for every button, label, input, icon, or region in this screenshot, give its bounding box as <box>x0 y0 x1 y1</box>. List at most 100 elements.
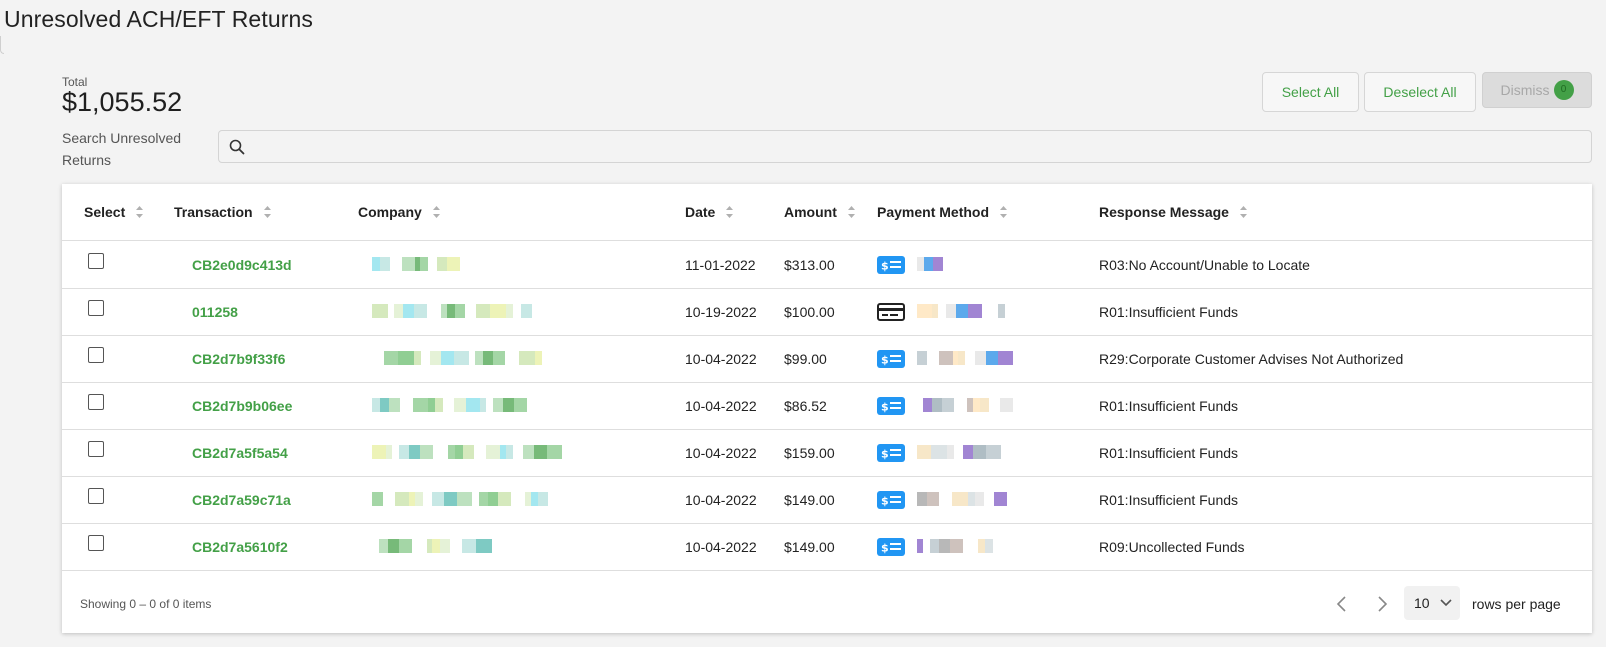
transaction-link[interactable]: CB2d7a59c71a <box>192 476 291 524</box>
row-select-checkbox[interactable] <box>88 535 104 551</box>
page-title: Unresolved ACH/EFT Returns <box>4 6 313 32</box>
transaction-link[interactable]: CB2d7a5610f2 <box>192 523 288 571</box>
transaction-link[interactable]: CB2d7a5f5a54 <box>192 429 288 477</box>
column-header-select[interactable]: Select <box>84 204 144 220</box>
table-row: CB2e0d9c413d 11-01-2022 $313.00 $ R03:No Acc… <box>62 241 1592 289</box>
payment-method-cell: $ <box>877 429 905 477</box>
redacted-text <box>372 539 493 553</box>
table-row: 011258 10-19-2022 $100.00 R01:Insufficient … <box>62 288 1592 336</box>
redacted-text <box>917 351 1013 365</box>
table-row: CB2d7a59c71a 10-04-2022 $149.00 $ R01:Insuff… <box>62 476 1592 524</box>
svg-text:$: $ <box>881 542 889 555</box>
response-message-cell: R09:Uncollected Funds <box>1099 539 1245 555</box>
transaction-link[interactable]: 011258 <box>192 288 238 336</box>
ach-icon: $ <box>877 397 905 415</box>
ach-icon: $ <box>877 491 905 509</box>
amount-cell: $313.00 <box>784 257 835 273</box>
column-header-response-message[interactable]: Response Message <box>1099 204 1248 220</box>
response-message-cell: R29:Corporate Customer Advises Not Autho… <box>1099 351 1404 367</box>
svg-text:$: $ <box>881 354 889 367</box>
deselect-all-button[interactable]: Deselect All <box>1364 72 1476 112</box>
row-select-checkbox[interactable] <box>88 300 104 316</box>
search-icon <box>229 139 245 155</box>
row-select-checkbox[interactable] <box>88 253 104 269</box>
payment-method-cell: $ <box>877 476 905 524</box>
svg-text:$: $ <box>881 495 889 508</box>
row-select-checkbox[interactable] <box>88 347 104 363</box>
date-cell: 10-04-2022 <box>685 398 757 414</box>
transaction-link[interactable]: CB2d7b9b06ee <box>192 382 292 430</box>
chevron-left-icon[interactable] <box>1334 595 1350 613</box>
amount-cell: $100.00 <box>784 304 835 320</box>
column-header-transaction[interactable]: Transaction <box>174 204 272 220</box>
search-box[interactable] <box>218 130 1592 163</box>
redacted-text <box>917 304 1005 318</box>
sort-icon <box>263 206 271 218</box>
ach-icon: $ <box>877 256 905 274</box>
amount-cell: $99.00 <box>784 351 827 367</box>
grid-footer: Showing 0 – 0 of 0 items 10 rows per pag… <box>62 577 1592 633</box>
row-select-checkbox[interactable] <box>88 441 104 457</box>
sort-icon <box>1000 206 1008 218</box>
column-header-date[interactable]: Date <box>685 204 734 220</box>
redacted-text <box>372 257 461 271</box>
transaction-link[interactable]: CB2d7b9f33f6 <box>192 335 285 383</box>
ach-icon: $ <box>877 538 905 556</box>
svg-text:$: $ <box>881 260 889 273</box>
total-value: $1,055.52 <box>62 87 183 117</box>
amount-cell: $149.00 <box>784 492 835 508</box>
redacted-text <box>372 304 533 318</box>
table-row: CB2d7a5610f2 10-04-2022 $149.00 $ R09:Uncoll… <box>62 523 1592 571</box>
column-header-payment-method[interactable]: Payment Method <box>877 204 1008 220</box>
payment-method-cell: $ <box>877 335 905 383</box>
ach-icon: $ <box>877 350 905 368</box>
date-cell: 10-04-2022 <box>685 351 757 367</box>
amount-cell: $149.00 <box>784 539 835 555</box>
sort-icon <box>847 206 855 218</box>
search-input[interactable] <box>255 131 1585 162</box>
redacted-text <box>917 492 1007 506</box>
select-all-button[interactable]: Select All <box>1262 72 1359 112</box>
column-header-amount[interactable]: Amount <box>784 204 856 220</box>
column-header-company[interactable]: Company <box>358 204 441 220</box>
row-select-checkbox[interactable] <box>88 488 104 504</box>
payment-method-cell: $ <box>877 523 905 571</box>
transaction-link[interactable]: CB2e0d9c413d <box>192 241 292 289</box>
table-row: CB2d7a5f5a54 10-04-2022 $159.00 $ R01:Insuff… <box>62 429 1592 477</box>
svg-text:$: $ <box>881 448 889 461</box>
sort-icon <box>136 206 144 218</box>
row-select-checkbox[interactable] <box>88 394 104 410</box>
sort-icon <box>1239 206 1247 218</box>
dismiss-button[interactable]: Dismiss 0 <box>1482 72 1592 108</box>
payment-method-cell: $ <box>877 241 905 289</box>
pagination-info: Showing 0 – 0 of 0 items <box>80 597 212 611</box>
dismiss-label: Dismiss <box>1500 82 1550 98</box>
response-message-cell: R01:Insufficient Funds <box>1099 492 1239 508</box>
redacted-text <box>917 445 1007 459</box>
response-message-cell: R01:Insufficient Funds <box>1099 304 1239 320</box>
chevron-down-icon <box>1440 599 1452 607</box>
payment-method-cell <box>877 288 905 336</box>
redacted-text <box>372 351 542 365</box>
response-message-cell: R01:Insufficient Funds <box>1099 445 1239 461</box>
returns-grid: Select Transaction Company Date Amount P… <box>62 184 1592 633</box>
date-cell: 10-04-2022 <box>685 492 757 508</box>
page-size-select[interactable]: 10 <box>1404 586 1460 620</box>
response-message-cell: R03:No Account/Unable to Locate <box>1099 257 1310 273</box>
sort-icon <box>432 206 440 218</box>
date-cell: 10-04-2022 <box>685 445 757 461</box>
svg-text:$: $ <box>881 401 889 414</box>
rows-per-page-label: rows per page <box>1472 596 1561 612</box>
chevron-right-icon[interactable] <box>1374 595 1390 613</box>
redacted-text <box>372 445 562 459</box>
dismiss-count-badge: 0 <box>1553 80 1574 100</box>
payment-method-cell: $ <box>877 382 905 430</box>
redacted-text <box>917 257 955 271</box>
sort-icon <box>726 206 734 218</box>
search-label: Search Unresolved Returns <box>62 130 182 168</box>
date-cell: 11-01-2022 <box>685 257 756 273</box>
redacted-text <box>917 398 1014 412</box>
table-row: CB2d7b9f33f6 10-04-2022 $99.00 $ R29:Corpora… <box>62 335 1592 383</box>
redacted-text <box>372 492 548 506</box>
credit-card-icon <box>877 303 905 321</box>
